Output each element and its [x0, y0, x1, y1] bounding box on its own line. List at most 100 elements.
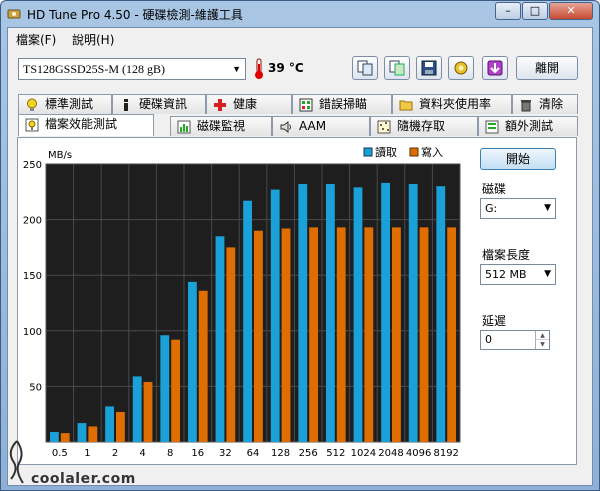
tab-erase-label: 清除	[539, 97, 564, 111]
x-tick-label: 32	[219, 448, 232, 459]
close-button[interactable]: ✕	[549, 2, 593, 20]
delay-input[interactable]: 0 ▲ ▼	[480, 330, 550, 350]
watermark-logo	[9, 440, 24, 484]
start-button[interactable]: 開始	[480, 148, 556, 170]
toolbar: TS128GSSD25S-M (128 gB) ▼ 39 °C 離開	[8, 50, 592, 90]
tab-info[interactable]: 硬碟資訊	[112, 94, 206, 114]
tab-folder-usage-label: 資料夾使用率	[419, 97, 492, 111]
download-button[interactable]	[482, 56, 508, 80]
bar-write	[392, 227, 401, 442]
file-benchmark-panel: 50 100 150 200 250 MB/s 0.5 1 2 4 8 16 32 64 128 256 512…	[17, 137, 577, 465]
download-icon	[487, 60, 503, 76]
tab-random-access[interactable]: 隨機存取	[370, 116, 478, 136]
options-button[interactable]	[448, 56, 474, 80]
bar-write	[419, 227, 429, 442]
bar-write	[254, 230, 263, 442]
benchmark-chart: 50100150200250MB/s0.5 1 2 4 8 16 32 64 128 256 512…	[23, 145, 461, 459]
tab-benchmark[interactable]: 標準測試	[18, 94, 112, 114]
minimize-button[interactable]: –	[495, 2, 521, 20]
legend-swatch-read	[363, 147, 373, 157]
legend-label-read: 讀取	[375, 145, 397, 159]
watermark: coolaler.com	[3, 437, 163, 491]
x-tick-label: 2048	[378, 448, 403, 459]
tab-health[interactable]: 健康	[206, 94, 292, 114]
extra-test-icon	[485, 120, 499, 134]
app-icon	[7, 9, 21, 19]
tab-file-benchmark[interactable]: 檔案效能測試	[18, 114, 154, 136]
tab-disk-monitor[interactable]: 磁碟監視	[170, 116, 272, 136]
copy-info-icon	[357, 60, 373, 76]
legend-label-write: 寫入	[421, 145, 443, 159]
health-cross-icon	[214, 99, 226, 111]
bar-write	[447, 227, 457, 442]
tab-info-label: 硬碟資訊	[139, 97, 188, 111]
tab-row-bottom: 檔案效能測試 磁碟監視 AAM 隨機存取 額外測試	[18, 114, 578, 136]
save-button[interactable]	[416, 56, 442, 80]
maximize-button[interactable]: □	[522, 2, 548, 20]
spin-up-icon[interactable]: ▲	[535, 331, 549, 340]
spin-down-icon[interactable]: ▼	[535, 340, 549, 349]
bar-write	[364, 227, 374, 442]
y-tick-label: 50	[29, 382, 42, 393]
window-title: HD Tune Pro 4.50 - 硬碟檢測-維護工具	[27, 8, 243, 22]
y-tick-label: 100	[23, 327, 42, 338]
menu-file[interactable]: 檔案(F)	[16, 31, 56, 48]
tab-disk-monitor-label: 磁碟監視	[197, 119, 246, 133]
random-access-icon	[377, 120, 391, 134]
tab-erase[interactable]: 清除	[512, 94, 578, 114]
folder-icon	[399, 100, 413, 111]
tab-error-scan-label: 錯誤掃瞄	[319, 97, 368, 111]
file-benchmark-icon	[25, 118, 39, 132]
x-tick-label: 256	[299, 448, 318, 459]
bar-read	[132, 376, 142, 442]
bar-read	[215, 236, 225, 442]
bar-write	[281, 228, 291, 442]
tab-extra-tests[interactable]: 額外測試	[478, 116, 578, 136]
bar-read	[353, 187, 363, 442]
bulb-icon	[27, 98, 37, 111]
exit-button[interactable]: 離開	[516, 56, 578, 80]
benchmark-controls: 開始 磁碟 G: ▼ 檔案長度 512 MB ▼ 延遲 0 ▲ ▼	[480, 138, 578, 456]
app-window: HD Tune Pro 4.50 - 硬碟檢測-維護工具 – □ ✕ 檔案(F)…	[0, 0, 600, 491]
chevron-down-icon: ▼	[544, 203, 551, 213]
temperature-readout: 39 °C	[268, 61, 304, 75]
watermark-text: coolaler.com	[31, 471, 136, 487]
x-tick-label: 16	[191, 448, 204, 459]
x-tick-label: 128	[271, 448, 290, 459]
drive-select[interactable]: TS128GSSD25S-M (128 gB) ▼	[18, 58, 246, 80]
tab-folder-usage[interactable]: 資料夾使用率	[392, 94, 512, 114]
tab-aam[interactable]: AAM	[272, 116, 370, 136]
bar-write	[198, 290, 208, 442]
copy-info-button[interactable]	[352, 56, 378, 80]
trash-icon	[521, 100, 531, 112]
chevron-down-icon: ▼	[544, 269, 551, 279]
file-length-select[interactable]: 512 MB ▼	[480, 264, 556, 285]
options-icon	[454, 61, 468, 75]
info-icon	[124, 99, 128, 111]
tab-file-benchmark-label: 檔案效能測試	[45, 117, 118, 131]
bar-write	[309, 227, 319, 442]
tab-extra-tests-label: 額外測試	[505, 119, 554, 133]
menu-bar: 檔案(F) 說明(H)	[8, 28, 592, 48]
x-tick-label: 4096	[406, 448, 431, 459]
y-axis-label: MB/s	[48, 150, 72, 161]
delay-label: 延遲	[482, 314, 507, 328]
bar-read	[187, 281, 197, 442]
bar-read	[298, 184, 308, 442]
disk-select-value: G:	[485, 202, 498, 215]
menu-help[interactable]: 說明(H)	[72, 31, 114, 48]
bar-read	[243, 200, 252, 442]
copy-screenshot-button[interactable]	[384, 56, 410, 80]
disk-select[interactable]: G: ▼	[480, 198, 556, 219]
disk-label: 磁碟	[482, 182, 507, 196]
scan-icon	[299, 98, 313, 112]
y-tick-label: 200	[23, 216, 42, 227]
tab-benchmark-label: 標準測試	[45, 97, 94, 111]
title-bar[interactable]: HD Tune Pro 4.50 - 硬碟檢測-維護工具 – □ ✕	[1, 1, 599, 27]
x-tick-label: 512	[326, 448, 345, 459]
y-tick-label: 250	[23, 160, 42, 171]
x-tick-label: 64	[247, 448, 260, 459]
delay-input-value: 0	[485, 333, 492, 346]
tab-error-scan[interactable]: 錯誤掃瞄	[292, 94, 392, 114]
bar-read	[408, 184, 418, 442]
